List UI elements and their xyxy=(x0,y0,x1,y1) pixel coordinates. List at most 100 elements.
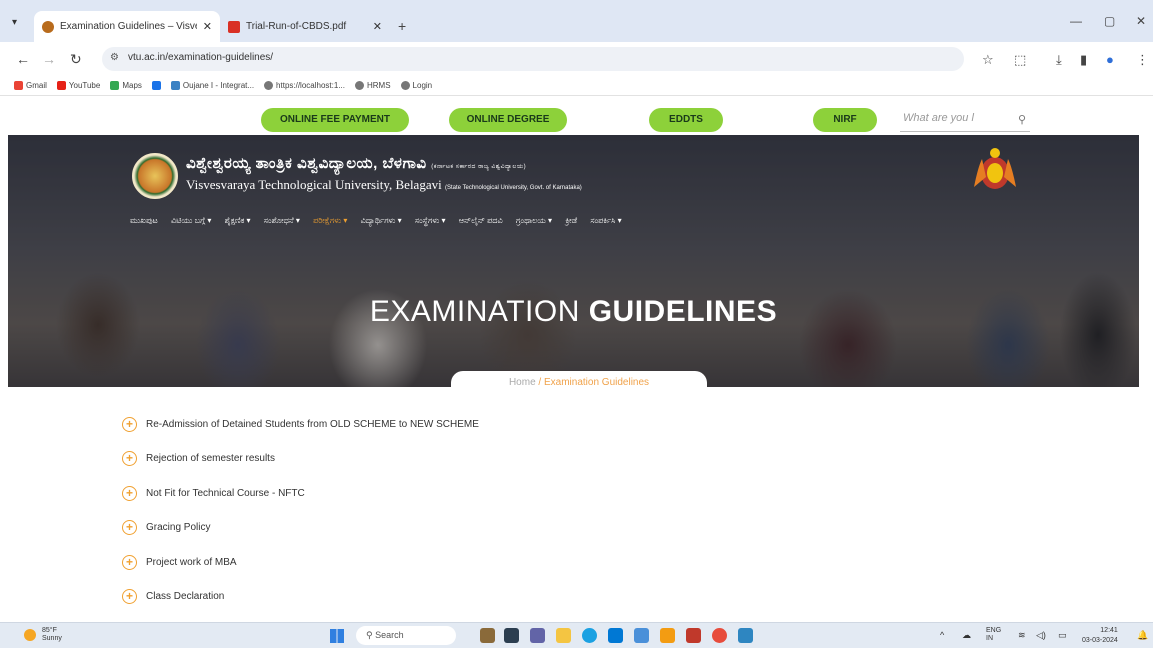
karnataka-emblem-icon xyxy=(974,148,1016,189)
breadcrumb: Home / Examination Guidelines xyxy=(451,371,707,387)
bookmark-hrms[interactable]: HRMS xyxy=(354,81,391,90)
university-name-kannada: ವಿಶ್ವೇಶ್ವರಯ್ಯ ತಾಂತ್ರಿಕ ವಿಶ್ವವಿದ್ಯಾಲಯ, ಬೆ… xyxy=(186,155,527,172)
plus-circle-icon[interactable]: + xyxy=(122,588,137,604)
back-icon[interactable]: ← xyxy=(16,51,30,67)
bookmark-gmail[interactable]: Gmail xyxy=(14,81,47,90)
youtube-icon xyxy=(56,81,66,90)
breadcrumb-home[interactable]: Home xyxy=(509,377,536,387)
app-icon xyxy=(151,81,161,90)
plus-circle-icon[interactable]: + xyxy=(122,450,137,466)
main-menu: ಮುಖಪುಟ ವಿಟಿಯು ಬಗ್ಗೆ ▾ ಶೈಕ್ಷಣಿಕ ▾ ಸಂಶೋಧನೆ… xyxy=(130,211,1010,231)
tab-examination-guidelines[interactable]: Examination Guidelines – Visve... ✕ xyxy=(34,11,220,42)
cloud-icon[interactable]: ☁ xyxy=(962,630,971,641)
plus-circle-icon[interactable]: + xyxy=(122,485,137,501)
browser-tab-bar: ▾ Examination Guidelines – Visve... ✕ Tr… xyxy=(0,0,1153,42)
list-item[interactable]: + Rejection of semester results xyxy=(122,448,275,468)
menu-item-academic[interactable]: ಶೈಕ್ಷಣಿಕ ▾ xyxy=(225,216,251,225)
eddts-button[interactable]: EDDTS xyxy=(649,108,723,132)
weather-widget[interactable]: 85°F Sunny xyxy=(24,627,62,643)
menu-item-examinations[interactable]: ಪರೀಕ್ಷೆಗಳು ▾ xyxy=(313,216,347,225)
close-tab-icon[interactable]: ✕ xyxy=(373,20,382,33)
app-icon[interactable] xyxy=(686,628,701,643)
battery-icon[interactable]: ▭ xyxy=(1058,630,1067,641)
globe-icon xyxy=(264,81,274,90)
extensions-icon[interactable]: ⬚ xyxy=(1014,52,1026,68)
menu-item-research[interactable]: ಸಂಶೋಧನೆ ▾ xyxy=(264,216,300,225)
taskbar-search[interactable]: ⚲ Search xyxy=(356,626,456,645)
app-icon[interactable] xyxy=(480,628,495,643)
windows-taskbar: 85°F Sunny ⚲ Search ^ ☁ ENG IN ≋ ◁) ▭ 12:4… xyxy=(0,622,1153,648)
task-view-icon[interactable] xyxy=(504,628,519,643)
bookmark-login[interactable]: Login xyxy=(400,81,432,90)
list-item[interactable]: + Class Declaration xyxy=(122,586,224,606)
menu-item-about[interactable]: ವಿಟಿಯು ಬಗ್ಗೆ ▾ xyxy=(171,216,211,225)
chevron-up-icon[interactable]: ^ xyxy=(940,630,944,640)
menu-item-sports[interactable]: ಕ್ರೀಡೆ xyxy=(565,216,577,225)
app-icon[interactable] xyxy=(738,628,753,643)
menu-item-online-degree[interactable]: ಆನ್‌ಲೈನ್ ಪದವಿ xyxy=(459,216,503,225)
volume-icon[interactable]: ◁) xyxy=(1036,630,1046,641)
bookmark-localhost[interactable]: https://localhost:1... xyxy=(264,81,345,90)
close-window-icon[interactable]: ✕ xyxy=(1136,14,1146,28)
menu-item-home[interactable]: ಮುಖಪುಟ xyxy=(130,216,158,225)
vtu-logo[interactable] xyxy=(132,153,178,199)
plus-circle-icon[interactable]: + xyxy=(122,519,137,535)
bookmarks-bar: Gmail YouTube Maps Oujane I - Integrat..… xyxy=(0,76,1153,96)
bookmark-star-icon[interactable]: ☆ xyxy=(982,52,994,68)
maximize-icon[interactable]: ▢ xyxy=(1104,14,1115,28)
vtu-favicon xyxy=(42,20,54,33)
sun-icon xyxy=(24,629,36,641)
list-item[interactable]: + Re-Admission of Detained Students from … xyxy=(122,414,479,434)
gmail-icon xyxy=(14,81,23,90)
online-degree-button[interactable]: ONLINE DEGREE xyxy=(449,108,567,132)
notification-icon[interactable]: 🔔 xyxy=(1137,630,1148,641)
clock[interactable]: 12:41 03-03-2024 xyxy=(1082,626,1118,646)
tab-title: Examination Guidelines – Visve... xyxy=(60,21,197,32)
minimize-icon[interactable]: — xyxy=(1070,14,1082,28)
forward-icon[interactable]: → xyxy=(42,51,56,67)
app-icon[interactable] xyxy=(660,628,675,643)
globe-icon xyxy=(400,81,410,90)
list-item[interactable]: + Not Fit for Technical Course - NFTC xyxy=(122,483,305,503)
list-item[interactable]: + Gracing Policy xyxy=(122,517,210,537)
bookmark-youtube[interactable]: YouTube xyxy=(56,81,100,90)
pdf-icon xyxy=(228,20,240,33)
site-search-input[interactable]: What are you l ⚲ xyxy=(900,112,1030,132)
search-icon[interactable]: ⚲ xyxy=(1018,113,1026,126)
globe-icon xyxy=(354,81,364,90)
bookmark-app[interactable] xyxy=(151,81,161,90)
language-indicator[interactable]: ENG IN xyxy=(986,627,1001,643)
nirf-button[interactable]: NIRF xyxy=(813,108,877,132)
teams-icon[interactable] xyxy=(530,628,545,643)
menu-icon[interactable]: ⋮ xyxy=(1136,52,1149,68)
download-icon[interactable]: ⤓ xyxy=(1056,52,1062,68)
photos-icon[interactable] xyxy=(634,628,649,643)
url-text: vtu.ac.in/examination-guidelines/ xyxy=(128,52,274,63)
new-tab-icon[interactable]: + xyxy=(398,18,406,34)
menu-item-institutions[interactable]: ಸಂಸ್ಥೆಗಳು ▾ xyxy=(415,216,446,225)
online-fee-payment-button[interactable]: ONLINE FEE PAYMENT xyxy=(261,108,409,132)
chrome-icon[interactable] xyxy=(712,628,727,643)
edge-icon[interactable] xyxy=(582,628,597,643)
bookmark-integrat[interactable]: Oujane I - Integrat... xyxy=(170,81,254,90)
wifi-icon[interactable]: ≋ xyxy=(1018,630,1026,641)
close-tab-icon[interactable]: ✕ xyxy=(203,20,212,33)
windows-start-icon[interactable] xyxy=(330,629,344,643)
store-icon[interactable] xyxy=(608,628,623,643)
bookmark-maps[interactable]: Maps xyxy=(110,81,142,90)
file-explorer-icon[interactable] xyxy=(556,628,571,643)
menu-item-library[interactable]: ಗ್ರಂಥಾಲಯ ▾ xyxy=(516,216,552,225)
url-field[interactable]: ⚙ vtu.ac.in/examination-guidelines/ xyxy=(102,47,964,71)
plus-circle-icon[interactable]: + xyxy=(122,554,137,570)
plus-circle-icon[interactable]: + xyxy=(122,416,137,432)
hero-banner: ವಿಶ್ವೇಶ್ವರಯ್ಯ ತಾಂತ್ರಿಕ ವಿಶ್ವವಿದ್ಯಾಲಯ, ಬೆ… xyxy=(8,135,1139,387)
profile-icon[interactable]: ● xyxy=(1106,52,1114,67)
menu-item-students[interactable]: ವಿದ್ಯಾರ್ಥಿಗಳು ▾ xyxy=(361,216,402,225)
site-info-icon[interactable]: ⚙ xyxy=(110,52,119,63)
reload-icon[interactable]: ↻ xyxy=(70,51,82,68)
tab-pdf[interactable]: Trial-Run-of-CBDS.pdf ✕ xyxy=(220,11,390,42)
list-item[interactable]: + Project work of MBA xyxy=(122,552,237,572)
sidebar-icon[interactable]: ▮ xyxy=(1080,52,1087,68)
tab-search-icon[interactable]: ▾ xyxy=(12,17,17,28)
menu-item-contact[interactable]: ಸಂಪರ್ಕಿಸಿ ▾ xyxy=(590,216,621,225)
